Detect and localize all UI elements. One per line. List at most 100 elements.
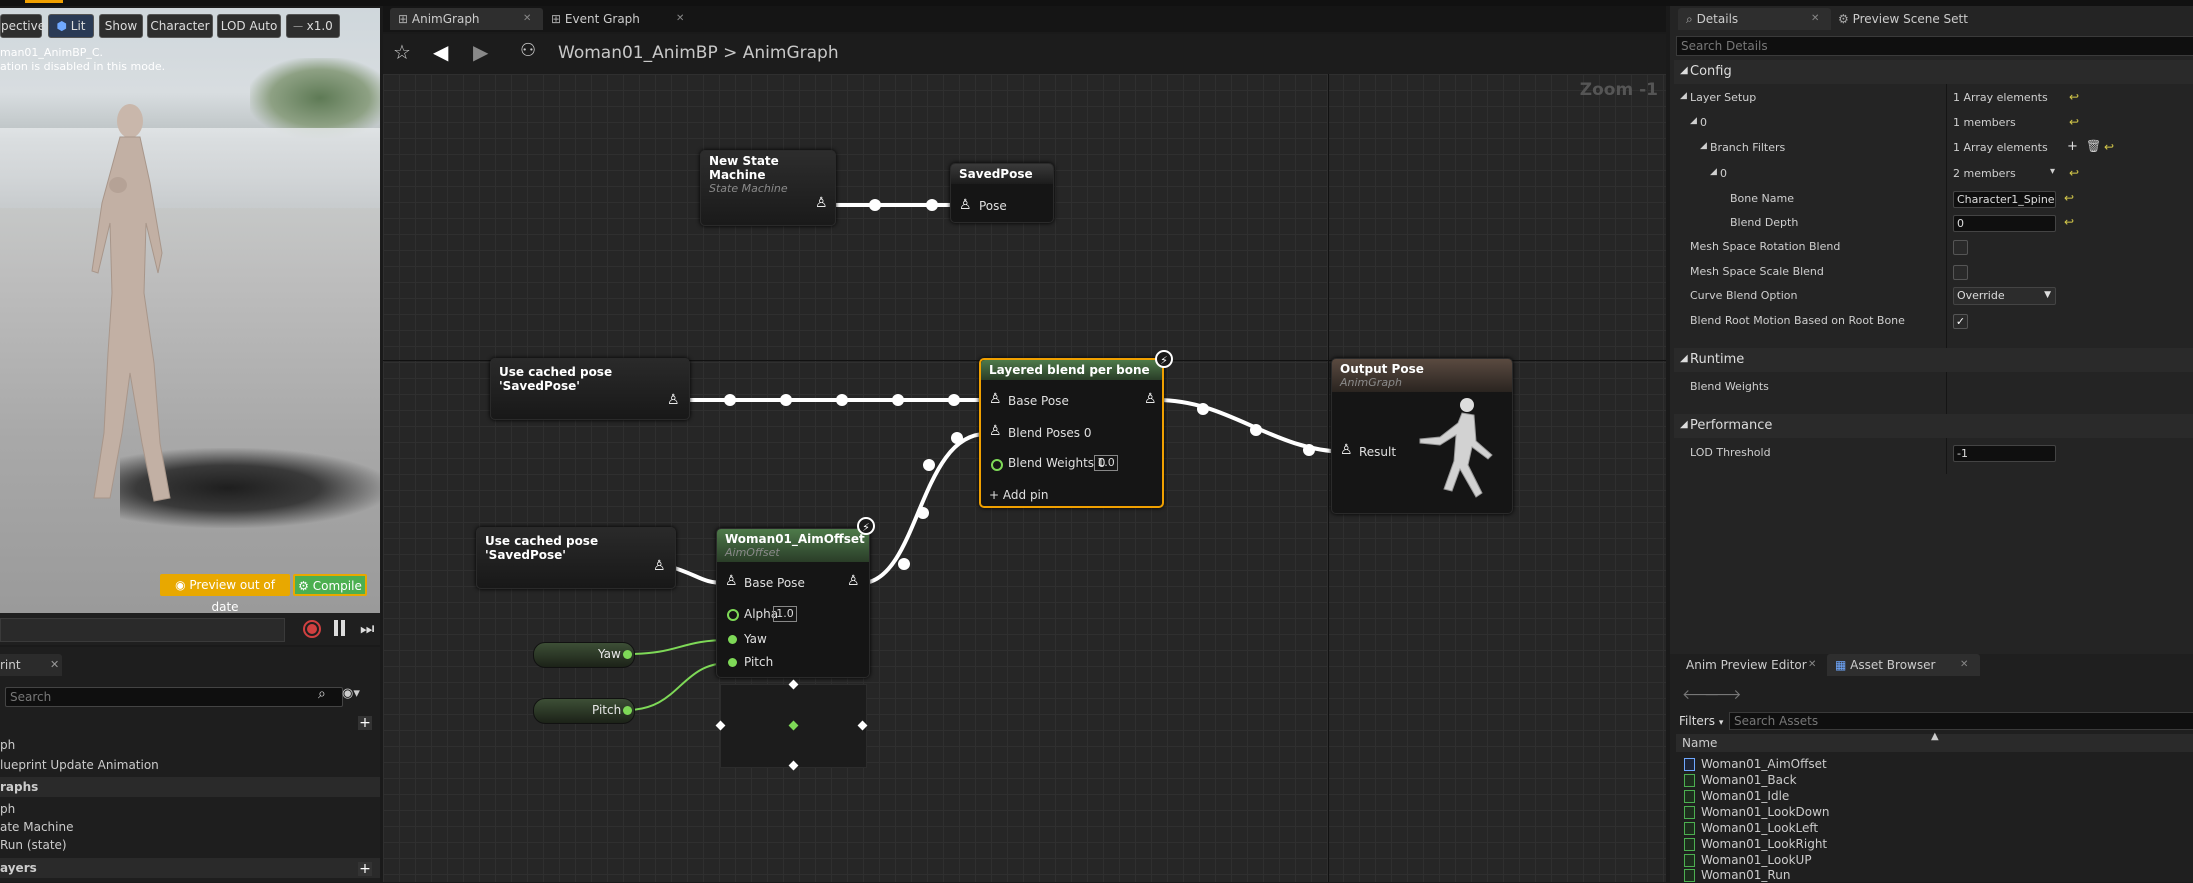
asset-item[interactable]: Woman01_LookUP <box>1684 852 1812 868</box>
curve-blend-select[interactable]: Override ▼ <box>1953 287 2056 305</box>
bone-name-input[interactable]: Character1_Spine <box>1953 191 2056 208</box>
asset-search[interactable]: Search Assets <box>1729 712 2193 730</box>
lod-button[interactable]: LOD Auto <box>217 14 281 38</box>
record-button[interactable] <box>303 620 321 638</box>
reset-icon[interactable]: ↩ <box>2064 191 2074 205</box>
yaw-pin-dot[interactable] <box>728 635 737 644</box>
mesh-space-rotation-checkbox[interactable] <box>1953 240 1968 255</box>
tab-close-icon[interactable]: ✕ <box>1808 654 1816 676</box>
pitch-pin-dot[interactable] <box>728 658 737 667</box>
filters-dropdown[interactable]: Filters ▾ <box>1679 714 1723 728</box>
details-search[interactable]: Search Details <box>1676 36 2193 56</box>
asset-forward-arrow-icon[interactable]: 🡒 <box>1704 686 1742 703</box>
row-mesh-space-scale[interactable]: Mesh Space Scale Blend <box>1674 261 2193 283</box>
node-saved-pose[interactable]: SavedPose ♙ Pose <box>950 163 1054 223</box>
tab-anim-preview-editor[interactable]: Anim Preview Editor ✕ <box>1678 654 1826 676</box>
tab-close-icon[interactable]: ✕ <box>676 8 684 30</box>
variable-pitch-pin[interactable] <box>623 706 632 715</box>
variable-yaw[interactable]: Yaw <box>533 642 635 668</box>
blend-depth-input[interactable]: 0 <box>1953 215 2056 232</box>
row-branch-filter-0[interactable]: ◢ 0 2 members ▾ ↩ <box>1674 163 2193 185</box>
reset-icon[interactable]: ↩ <box>2104 140 2114 154</box>
float-pin-icon[interactable] <box>991 459 1003 471</box>
reset-icon[interactable]: ↩ <box>2069 115 2079 129</box>
row-blend-depth[interactable]: Blend Depth 0 ↩ <box>1674 212 2193 234</box>
forward-arrow-icon[interactable]: ▶ <box>473 40 488 64</box>
asset-column-header[interactable]: Name ▲ <box>1676 731 2193 752</box>
float-pin-icon[interactable] <box>727 609 739 621</box>
row-bone-name[interactable]: Bone Name Character1_Spine ↩ <box>1674 188 2193 210</box>
lit-button[interactable]: ⬢ Lit <box>48 14 94 38</box>
eye-filter-icon[interactable]: ◉▾ <box>342 686 360 701</box>
reset-icon[interactable]: ↩ <box>2064 215 2074 229</box>
pose-pin-icon[interactable]: ♙ <box>989 424 1002 438</box>
pose-pin-icon[interactable]: ♙ <box>959 198 972 212</box>
reset-icon[interactable]: ↩ <box>2069 166 2079 180</box>
row-blend-root-motion[interactable]: Blend Root Motion Based on Root Bone ✓ <box>1674 310 2193 332</box>
tab-close-icon[interactable]: ✕ <box>1811 8 1819 30</box>
tree-section-layers[interactable]: ayers <box>0 858 380 878</box>
pose-pin-icon[interactable]: ♙ <box>989 392 1002 406</box>
section-config[interactable]: ◢ Config <box>1674 60 2193 84</box>
reset-icon[interactable]: ↩ <box>2069 90 2079 104</box>
row-curve-blend[interactable]: Curve Blend Option Override ▼ <box>1674 285 2193 307</box>
favorite-star-icon[interactable]: ☆ <box>393 40 411 64</box>
character-button[interactable]: Character <box>147 14 213 38</box>
tab-asset-browser[interactable]: ▦ Asset Browser ✕ <box>1827 654 1980 676</box>
pose-pin-icon[interactable]: ♙ <box>815 196 828 210</box>
tab-animgraph[interactable]: ⊞ AnimGraph ✕ <box>390 8 543 30</box>
blend-root-motion-checkbox[interactable]: ✓ <box>1953 314 1968 329</box>
speed-button[interactable]: ⏤ x1.0 <box>286 14 340 38</box>
tree-row-update-animation[interactable]: lueprint Update Animation <box>0 755 380 775</box>
search-icon[interactable]: ⌕ <box>318 686 326 702</box>
asset-item[interactable]: Woman01_LookLeft <box>1684 820 1818 836</box>
show-button[interactable]: Show <box>99 14 143 38</box>
tree-row-graphs[interactable]: ph <box>0 735 380 755</box>
asset-item[interactable]: Woman01_LookRight <box>1684 836 1827 852</box>
tab-event-graph[interactable]: ⊞ Event Graph ✕ <box>543 8 691 30</box>
tab-close-icon[interactable]: ✕ <box>523 8 531 30</box>
row-branch-filters[interactable]: ◢ Branch Filters 1 Array elements + 🗑 ↩ <box>1674 137 2193 159</box>
delete-icon[interactable]: 🗑 <box>2086 139 2101 153</box>
add-element-icon[interactable]: + <box>2067 139 2078 154</box>
pose-output-pin-icon[interactable]: ♙ <box>1144 392 1157 406</box>
row-mesh-space-rotation[interactable]: Mesh Space Rotation Blend <box>1674 236 2193 258</box>
tab-close-icon[interactable]: ✕ <box>1960 654 1968 676</box>
step-forward-button[interactable]: ⏭ <box>360 619 374 639</box>
blend-weights-input[interactable]: 1.0 <box>1094 455 1118 471</box>
my-blueprint-tab[interactable]: rint ✕ <box>0 654 62 676</box>
breadcrumb-blueprint[interactable]: Woman01_AnimBP <box>558 43 718 63</box>
chevron-down-icon[interactable]: ▾ <box>2050 166 2055 177</box>
node-cached-pose-2[interactable]: Use cached pose 'SavedPose' ♙ <box>476 527 676 589</box>
tree-section-animgraphs[interactable]: raphs <box>0 777 380 797</box>
timeline-scrubber[interactable] <box>0 618 285 642</box>
lod-threshold-input[interactable]: -1 <box>1953 445 2056 462</box>
tab-preview-scene[interactable]: ⚙ Preview Scene Sett <box>1830 8 1998 30</box>
pause-button[interactable] <box>334 620 348 638</box>
section-runtime[interactable]: ◢ Runtime <box>1674 348 2193 372</box>
alpha-input[interactable]: 1.0 <box>773 606 797 622</box>
close-icon[interactable]: ✕ <box>50 654 59 676</box>
add-button[interactable]: + <box>358 716 372 730</box>
node-cached-pose-1[interactable]: Use cached pose 'SavedPose' ♙ <box>490 358 690 420</box>
section-performance[interactable]: ◢ Performance <box>1674 414 2193 438</box>
asset-item[interactable]: Woman01_Back <box>1684 772 1797 788</box>
row-layer-setup[interactable]: ◢ Layer Setup 1 Array elements ↩ <box>1674 87 2193 109</box>
perspective-button[interactable]: pective <box>0 14 45 38</box>
asset-item[interactable]: Woman01_AimOffset <box>1684 756 1827 772</box>
node-layered-blend[interactable]: Layered blend per bone ♙ Base Pose ♙ ♙ B… <box>979 350 1173 508</box>
pose-pin-icon[interactable]: ♙ <box>667 393 680 407</box>
mesh-space-scale-checkbox[interactable] <box>1953 265 1968 280</box>
tab-details[interactable]: ⌕ Details ✕ <box>1678 8 1831 30</box>
node-state-machine[interactable]: New State Machine State Machine ♙ <box>700 150 836 226</box>
node-output-pose[interactable]: Output Pose AnimGraph ♙ Result <box>1331 358 1513 514</box>
back-arrow-icon[interactable]: ◀ <box>433 40 448 64</box>
pose-pin-icon[interactable]: ♙ <box>725 574 738 588</box>
pose-pin-icon[interactable]: ♙ <box>1340 443 1353 457</box>
pose-output-pin-icon[interactable]: ♙ <box>847 574 860 588</box>
preview-out-of-date-button[interactable]: ◉ Preview out of date <box>160 574 290 613</box>
left-search-box[interactable]: Search <box>5 687 343 707</box>
tree-row-animgraph[interactable]: ph <box>0 799 380 819</box>
asset-item[interactable]: Woman01_LookDown <box>1684 804 1830 820</box>
breadcrumb-graph[interactable]: AnimGraph <box>743 43 839 63</box>
